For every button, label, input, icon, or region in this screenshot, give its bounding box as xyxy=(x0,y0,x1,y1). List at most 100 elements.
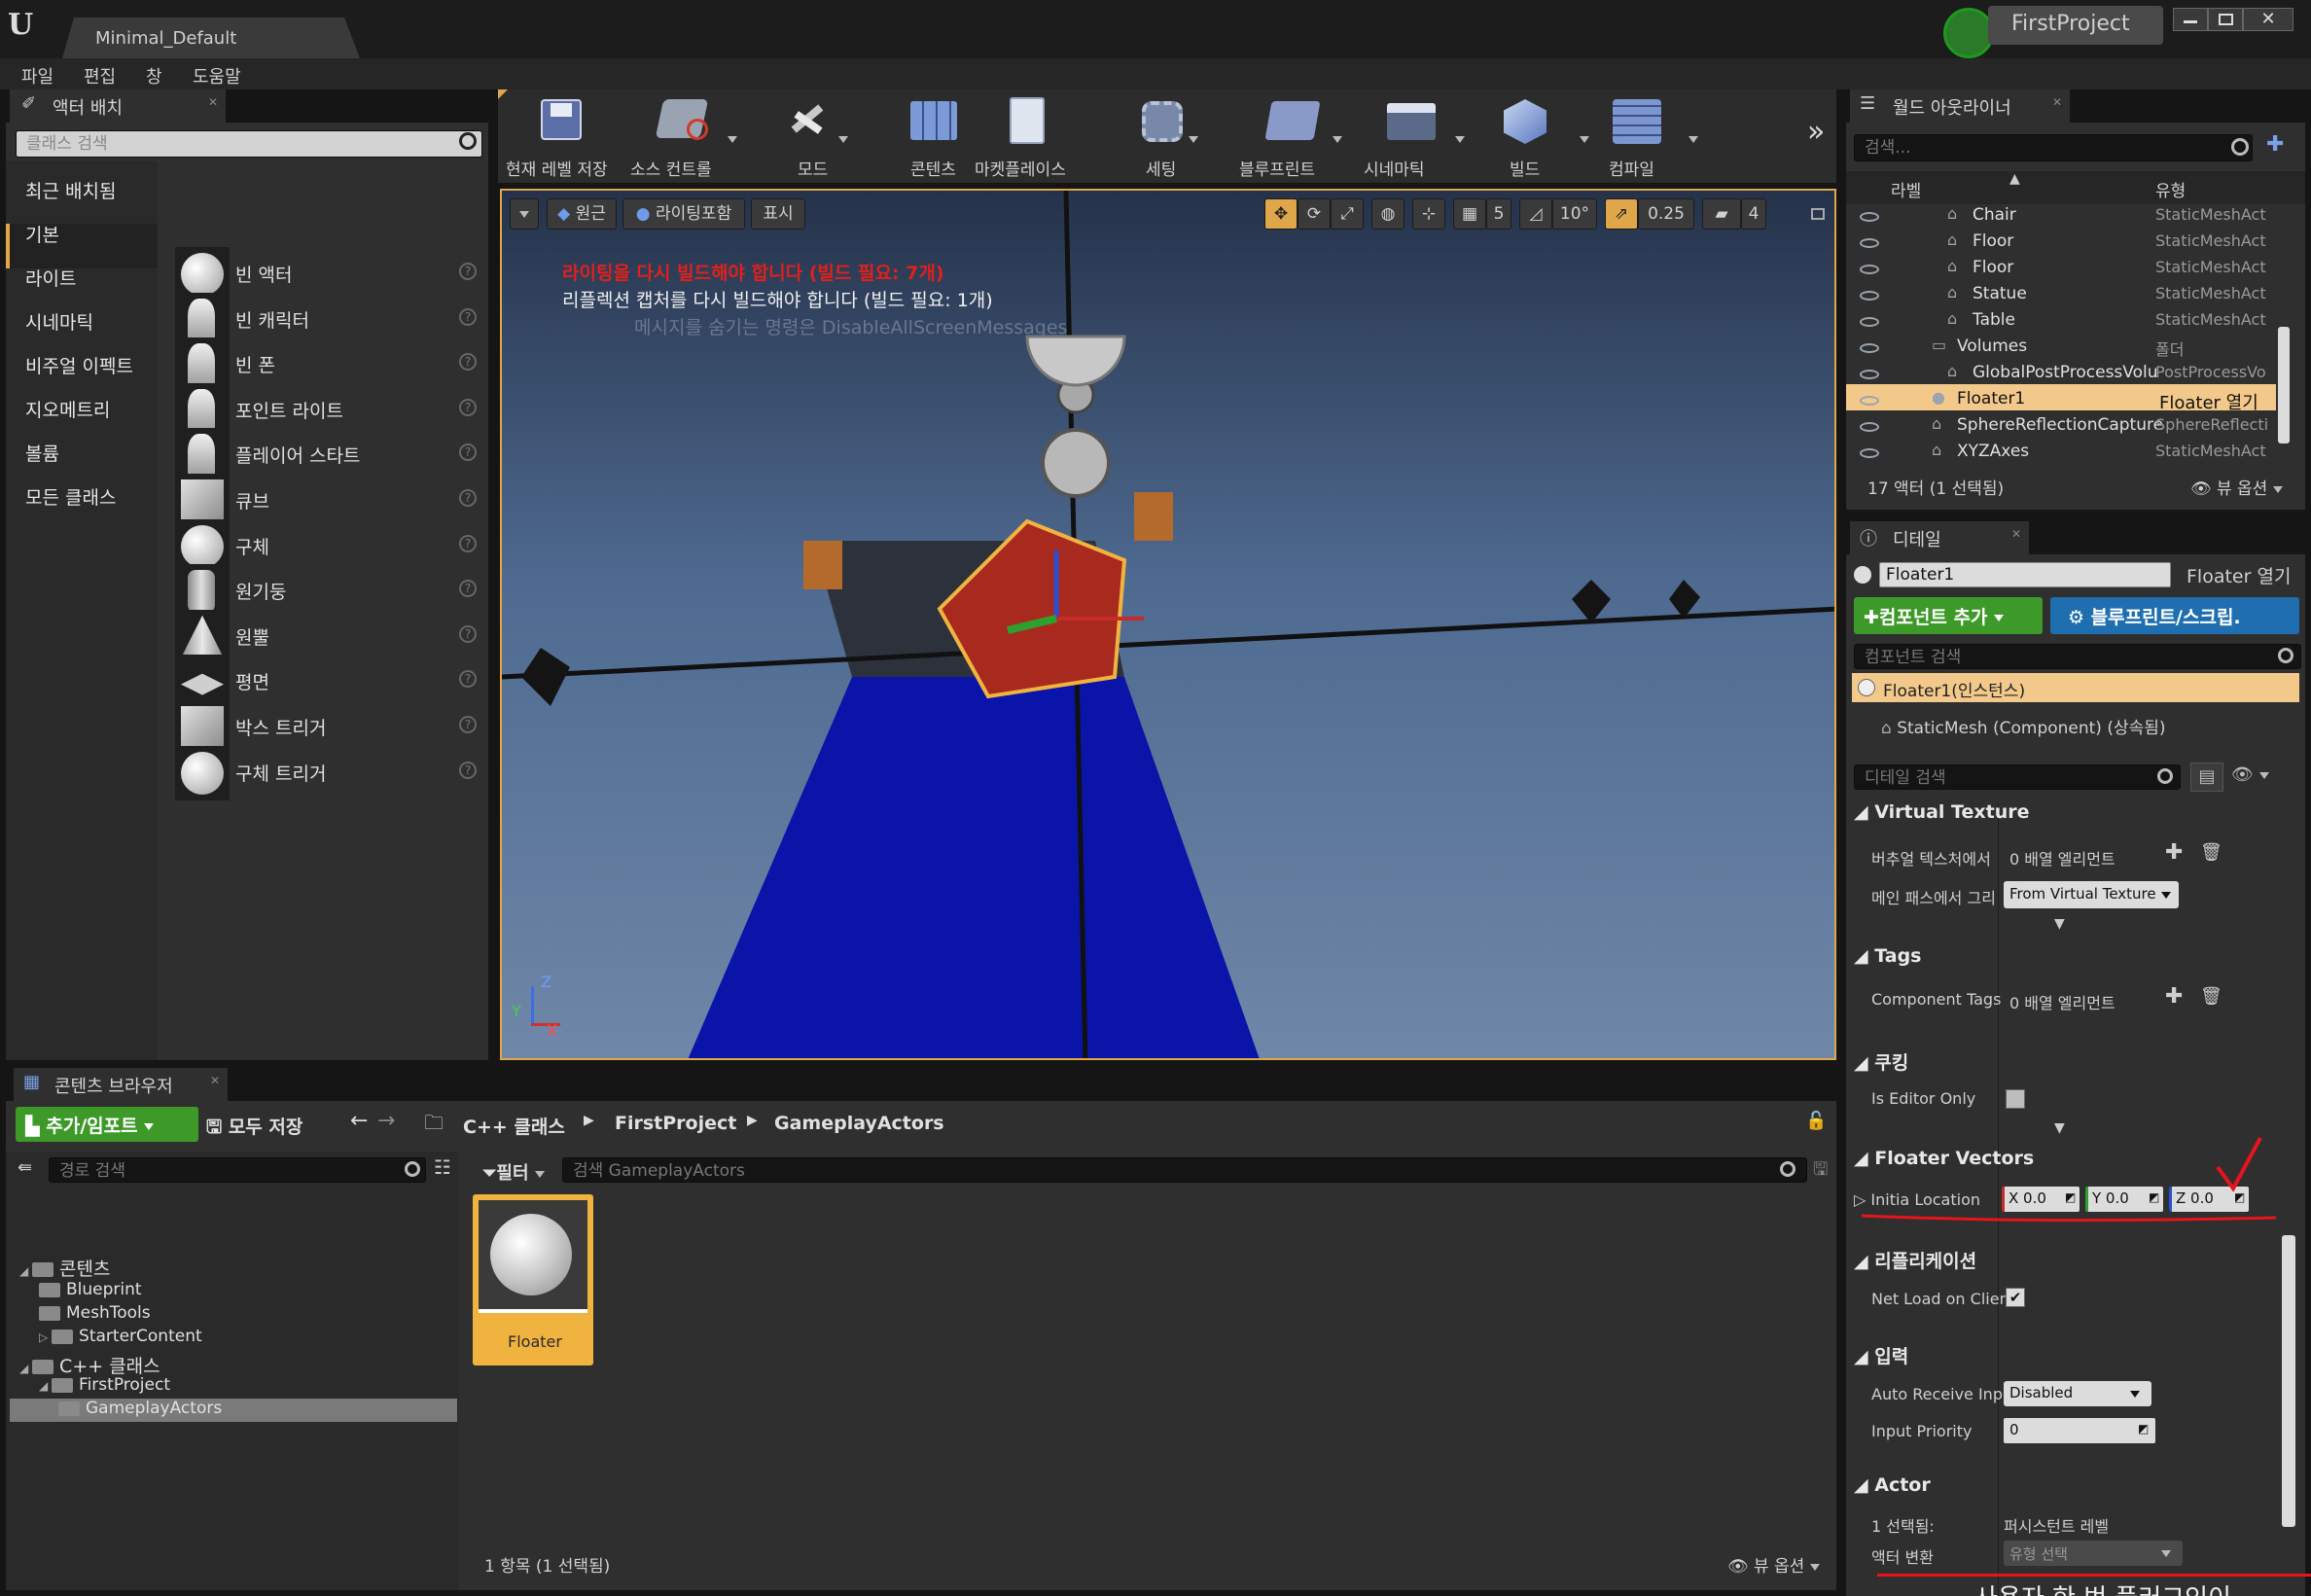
outliner-row-label[interactable]: Floor xyxy=(1973,231,2013,251)
content-browser-tab[interactable]: ▦ 콘텐츠 브라우저 ✕ xyxy=(14,1068,228,1101)
column-label-header[interactable]: 라벨 xyxy=(1891,177,1921,201)
category-geometry[interactable]: 지오메트리 xyxy=(25,396,110,422)
component-search-input[interactable]: 컴포넌트 검색 xyxy=(1854,644,2301,669)
menu-file[interactable]: 파일 xyxy=(21,63,53,89)
breadcrumb-cpp-classes[interactable]: C++ 클래스 xyxy=(463,1113,565,1139)
breadcrumb-gameplayactors[interactable]: GameplayActors xyxy=(774,1113,944,1134)
category-lights[interactable]: 라이트 xyxy=(25,265,76,291)
level-viewport[interactable]: ◆ 원근 ● 라이팅포함 표시 ✥ ⟳ ⤢ ◍ ⊹ ▦ 5 ◿ 10° ⇗ 0.… xyxy=(500,189,1836,1060)
close-tab-icon[interactable]: ✕ xyxy=(208,95,218,109)
show-button[interactable]: 표시 xyxy=(751,198,805,230)
tree-item[interactable]: ◢ C++ 클래스 xyxy=(19,1352,160,1378)
grid-snap-value[interactable]: 5 xyxy=(1486,198,1511,230)
add-element-icon[interactable]: ✚ xyxy=(2165,840,2183,865)
grid-snap-toggle[interactable]: ▦ xyxy=(1453,198,1486,230)
outliner-row-label[interactable]: Floor xyxy=(1973,258,2013,277)
visibility-eye-icon[interactable] xyxy=(1860,291,1879,301)
tree-item[interactable]: ▷ StarterContent xyxy=(39,1327,202,1346)
rotation-snap-toggle[interactable]: ◿ xyxy=(1519,198,1552,230)
blueprint-script-button[interactable]: ⚙ 블루프린트/스크립. xyxy=(2050,597,2299,634)
close-tab-icon[interactable]: ✕ xyxy=(2011,527,2021,541)
actor-item[interactable]: 평면? xyxy=(171,655,488,710)
save-search-icon[interactable]: 🖫 xyxy=(1813,1157,1828,1187)
close-button[interactable]: ✕ xyxy=(2243,8,2293,31)
category-cinematic[interactable]: 시네마틱 xyxy=(25,308,93,335)
back-arrow-icon[interactable]: ← xyxy=(350,1109,368,1133)
close-tab-icon[interactable]: ✕ xyxy=(2052,95,2062,109)
section-replication[interactable]: ◢ 리플리케이션 xyxy=(1854,1247,1976,1273)
chevron-down-icon[interactable] xyxy=(728,136,737,143)
visibility-eye-icon[interactable] xyxy=(1860,343,1879,353)
menu-edit[interactable]: 편집 xyxy=(84,63,116,89)
visibility-eye-icon[interactable] xyxy=(1860,396,1879,406)
visibility-eye-icon[interactable] xyxy=(1860,448,1879,458)
chevron-down-icon[interactable] xyxy=(1333,136,1342,143)
menu-help[interactable]: 도움말 xyxy=(193,63,241,89)
outliner-row-type[interactable]: Floater 열기 xyxy=(2159,389,2280,414)
minimize-button[interactable] xyxy=(2173,8,2208,31)
expand-arrow-icon[interactable]: ◢ xyxy=(39,1379,52,1393)
actor-item[interactable]: 큐브? xyxy=(171,474,488,528)
tree-item[interactable]: MeshTools xyxy=(39,1303,151,1323)
outliner-row-label[interactable]: Floater1 xyxy=(1957,389,2025,408)
actor-item[interactable]: 빈 캐릭터? xyxy=(171,292,488,347)
help-icon[interactable]: ? xyxy=(459,534,477,552)
outliner-row-label[interactable]: GlobalPostProcessVolu xyxy=(1973,363,2158,382)
lit-mode-button[interactable]: ● 라이팅포함 xyxy=(622,198,745,230)
visibility-eye-icon[interactable] xyxy=(1860,212,1879,222)
maximize-viewport-icon[interactable] xyxy=(1811,208,1825,220)
help-icon[interactable]: ? xyxy=(459,353,477,372)
modes-button[interactable]: 모드 xyxy=(772,95,850,180)
instance-row[interactable]: Floater1(인스턴스) xyxy=(1852,673,2299,702)
actor-item[interactable]: 원뿔? xyxy=(171,609,488,664)
help-icon[interactable]: ? xyxy=(459,489,477,507)
help-icon[interactable]: ? xyxy=(459,580,477,598)
actor-item[interactable]: 구체? xyxy=(171,518,488,574)
net-load-checkbox[interactable]: ✔ xyxy=(2006,1288,2025,1307)
outliner-row-label[interactable]: Volumes xyxy=(1957,337,2027,356)
add-component-button[interactable]: ✚컴포넌트 추가 xyxy=(1854,597,2043,634)
search-icon[interactable] xyxy=(405,1161,420,1177)
add-element-icon[interactable]: ✚ xyxy=(2165,984,2183,1009)
tree-toggle-icon[interactable]: ⇚ xyxy=(18,1157,32,1178)
close-tab-icon[interactable]: ✕ xyxy=(210,1074,220,1087)
expand-arrow-icon[interactable]: ▷ xyxy=(39,1330,52,1344)
property-matrix-icon[interactable]: ▤ xyxy=(2190,763,2223,792)
cinematics-button[interactable]: 시네마틱 xyxy=(1362,95,1469,180)
trash-icon[interactable]: 🗑 xyxy=(2200,842,2222,863)
outliner-row-label[interactable]: Statue xyxy=(1973,284,2027,303)
search-icon[interactable] xyxy=(459,132,477,150)
input-priority-field[interactable]: 0 ◩ xyxy=(2004,1418,2155,1443)
tree-item[interactable]: ◢ 콘텐츠 xyxy=(19,1255,111,1281)
category-volumes[interactable]: 볼륨 xyxy=(25,440,59,466)
asset-view-options[interactable]: 👁 뷰 옵션 xyxy=(1727,1552,1820,1577)
path-search-input[interactable]: 경로 검색 xyxy=(49,1157,426,1183)
category-all-classes[interactable]: 모든 클래스 xyxy=(25,483,116,510)
outliner-search-input[interactable]: 검색... xyxy=(1854,134,2253,161)
chevron-down-icon[interactable] xyxy=(1189,136,1198,143)
section-tags[interactable]: ◢ Tags xyxy=(1854,945,1921,967)
outliner-row-label[interactable]: XYZAxes xyxy=(1957,442,2029,461)
help-icon[interactable]: ? xyxy=(459,307,477,326)
source-control-button[interactable]: 소스 컨트롤 xyxy=(630,95,741,180)
actor-item[interactable]: 플레이어 스타트? xyxy=(171,428,488,483)
help-icon[interactable]: ? xyxy=(459,670,477,689)
outliner-row-label[interactable]: SphereReflectionCapture xyxy=(1957,415,2163,435)
list-view-icon[interactable]: ☷ xyxy=(434,1155,451,1179)
detail-search-input[interactable]: 디테일 검색 xyxy=(1854,764,2181,790)
outliner-scrollbar[interactable] xyxy=(2278,327,2290,443)
actor-item[interactable]: 빈 폰? xyxy=(171,337,488,393)
chevron-down-icon[interactable] xyxy=(1580,136,1589,143)
add-import-button[interactable]: ▙ 추가/임포트 xyxy=(16,1107,198,1142)
category-basic[interactable]: 기본 xyxy=(25,221,59,247)
expand-arrow-icon[interactable]: ◢ xyxy=(19,1264,32,1278)
compile-button[interactable]: 컴파일 xyxy=(1597,95,1704,180)
tree-item[interactable]: GameplayActors xyxy=(58,1399,222,1418)
perspective-button[interactable]: ◆ 원근 xyxy=(547,198,617,230)
level-tab[interactable]: Minimal_Default xyxy=(62,18,360,58)
category-recent[interactable]: 최근 배치됨 xyxy=(25,177,116,203)
chevron-down-icon[interactable] xyxy=(1689,136,1698,143)
filter-button[interactable]: ⏷필터 xyxy=(482,1159,545,1185)
help-icon[interactable]: ? xyxy=(459,716,477,733)
menu-window[interactable]: 창 xyxy=(146,63,162,89)
